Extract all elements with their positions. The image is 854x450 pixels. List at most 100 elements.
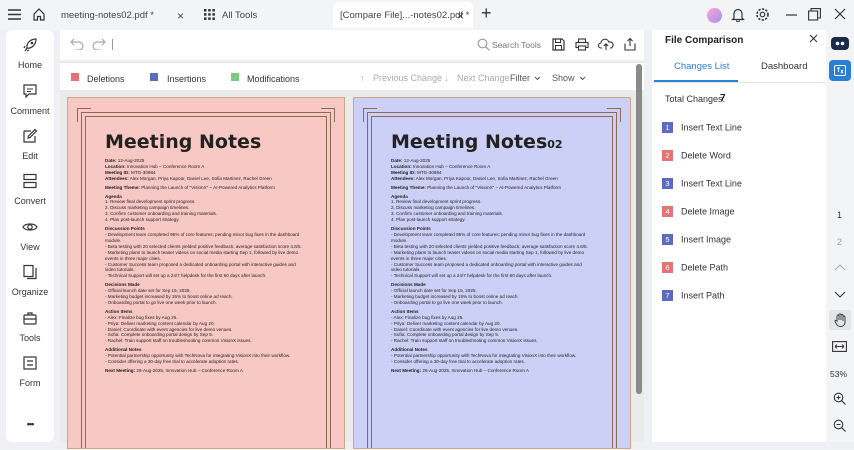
- page-title: Meeting Notes02: [391, 131, 563, 153]
- toolbar-divider: [112, 39, 113, 50]
- change-item[interactable]: 7 Insert Path: [662, 290, 725, 304]
- comparison-legend-bar: Deletions Insertions Modifications ↑ Pre…: [60, 62, 644, 90]
- sidebar-item-home[interactable]: Home: [6, 37, 54, 70]
- cloud-upload-icon[interactable]: [598, 37, 614, 51]
- undo-icon[interactable]: [70, 38, 84, 50]
- translate-icon[interactable]: [829, 60, 851, 81]
- next-change-button[interactable]: Next Change: [457, 73, 510, 83]
- toolbar: [60, 30, 644, 60]
- chevron-down-icon: [534, 76, 541, 81]
- file-comparison-panel: File Comparison Changes List Dashboard T…: [652, 30, 826, 442]
- rocket-icon: [23, 38, 37, 52]
- zoom-out-icon[interactable]: [833, 419, 846, 432]
- redo-icon[interactable]: [92, 38, 106, 50]
- sidebar-item-label: Form: [19, 378, 41, 388]
- sidebar-item-label: View: [20, 242, 40, 252]
- down-arrow-icon: ↓: [444, 73, 449, 83]
- bell-icon[interactable]: [731, 7, 745, 22]
- total-changes-label: Total Changes:: [665, 94, 726, 104]
- previous-change-button[interactable]: Previous Change: [373, 73, 442, 83]
- title-bar: meeting-notes02.pdf * × All Tools [Compa…: [0, 0, 854, 30]
- home-icon[interactable]: [32, 7, 46, 21]
- compare-tab[interactable]: [Compare File]...-notes02.pdf * ×: [333, 2, 473, 28]
- show-dropdown[interactable]: Show: [552, 73, 575, 83]
- page-title: Meeting Notes: [105, 131, 262, 153]
- page-number-2[interactable]: 2: [837, 237, 842, 247]
- change-item[interactable]: 5 Insert Image: [662, 234, 731, 248]
- page-number-1[interactable]: 1: [837, 210, 842, 220]
- title-suffix: 02: [547, 138, 563, 151]
- gear-icon[interactable]: [755, 7, 770, 22]
- eye-icon: [22, 223, 38, 231]
- deletions-label: Deletions: [87, 74, 125, 84]
- edit-icon: [23, 128, 38, 143]
- modified-document-page[interactable]: Meeting Notes02 Date: 12-Aug-2025 Locati…: [353, 97, 631, 449]
- save-icon[interactable]: [552, 38, 565, 51]
- sidebar-item-convert[interactable]: Convert: [6, 173, 54, 206]
- compare-tab-close-icon[interactable]: ×: [457, 9, 464, 23]
- frame-corner: [607, 108, 621, 122]
- tab-changes-list[interactable]: Changes List: [674, 61, 729, 72]
- change-item[interactable]: 2 Delete Word: [662, 150, 731, 164]
- left-sidebar: Home Comment Edit Convert View Organize …: [6, 30, 54, 442]
- sidebar-item-view[interactable]: View: [6, 219, 54, 252]
- new-tab-icon[interactable]: +: [481, 3, 492, 24]
- window-close-icon[interactable]: [834, 8, 846, 20]
- document-scrollbar[interactable]: [636, 64, 642, 394]
- fit-width-icon[interactable]: [832, 341, 847, 352]
- change-item[interactable]: 1 Insert Text Line: [662, 122, 742, 136]
- convert-icon: [23, 173, 37, 189]
- sidebar-item-organize[interactable]: Organize: [6, 264, 54, 297]
- page-body: Date: 12-Aug-2025 Location: Innovation H…: [391, 158, 588, 373]
- all-tools-tab[interactable]: All Tools: [222, 10, 257, 21]
- deletions-swatch: [71, 73, 79, 81]
- form-icon: [23, 356, 37, 370]
- change-item[interactable]: 3 Insert Text Line: [662, 178, 742, 192]
- sidebar-item-label: Comment: [10, 106, 50, 116]
- organize-icon: [23, 264, 37, 280]
- compare-view-icon[interactable]: [831, 37, 849, 50]
- change-item[interactable]: 4 Delete Image: [662, 206, 735, 220]
- minimize-icon[interactable]: [786, 14, 797, 16]
- document-compare-area: Meeting Notes Date: 12-Aug-2025 Location…: [60, 90, 644, 449]
- change-item[interactable]: 6 Delete Path: [662, 262, 728, 276]
- chevron-down-icon[interactable]: [834, 291, 846, 298]
- avatar[interactable]: [707, 8, 722, 23]
- search-icon: [477, 38, 490, 51]
- sidebar-item-comment[interactable]: Comment: [6, 83, 54, 116]
- frame-corner: [363, 108, 377, 122]
- right-tool-strip: 1 2 53%: [826, 30, 854, 442]
- hamburger-menu-icon[interactable]: [8, 9, 21, 20]
- chevron-up-icon[interactable]: [834, 264, 846, 271]
- grid-icon[interactable]: [204, 9, 215, 20]
- share-icon[interactable]: [623, 37, 637, 51]
- file-tab-title[interactable]: meeting-notes02.pdf *: [61, 10, 154, 21]
- restore-icon[interactable]: [808, 8, 821, 21]
- print-icon[interactable]: [575, 38, 589, 51]
- total-changes-value: 7: [720, 93, 726, 104]
- insertions-label: Insertions: [167, 74, 207, 84]
- panel-close-icon[interactable]: [809, 34, 818, 43]
- zoom-level[interactable]: 53%: [830, 369, 847, 379]
- filter-dropdown[interactable]: Filter: [510, 73, 530, 83]
- more-icon[interactable]: •••: [6, 419, 54, 429]
- insertions-swatch: [150, 73, 158, 81]
- search-input[interactable]: [492, 38, 546, 51]
- sidebar-item-label: Convert: [14, 196, 46, 206]
- modifications-swatch: [231, 73, 239, 81]
- sidebar-item-tools[interactable]: Tools: [6, 310, 54, 343]
- compare-tab-title: [Compare File]...-notes02.pdf *: [340, 10, 470, 21]
- sidebar-item-label: Home: [17, 60, 42, 70]
- sidebar-item-edit[interactable]: Edit: [6, 128, 54, 161]
- tab-close-icon[interactable]: ×: [177, 9, 184, 23]
- sidebar-item-label: Organize: [11, 287, 49, 297]
- tab-dashboard[interactable]: Dashboard: [761, 61, 807, 72]
- zoom-in-icon[interactable]: [833, 392, 846, 405]
- toolbox-icon: [23, 312, 37, 325]
- sidebar-item-form[interactable]: Form: [6, 355, 54, 388]
- hand-tool-icon[interactable]: [829, 310, 851, 330]
- up-arrow-icon: ↑: [360, 73, 365, 83]
- original-document-page[interactable]: Meeting Notes Date: 12-Aug-2025 Location…: [67, 97, 345, 449]
- chevron-down-icon: [579, 76, 586, 81]
- page-body: Date: 12-Aug-2025 Location: Innovation H…: [105, 158, 302, 373]
